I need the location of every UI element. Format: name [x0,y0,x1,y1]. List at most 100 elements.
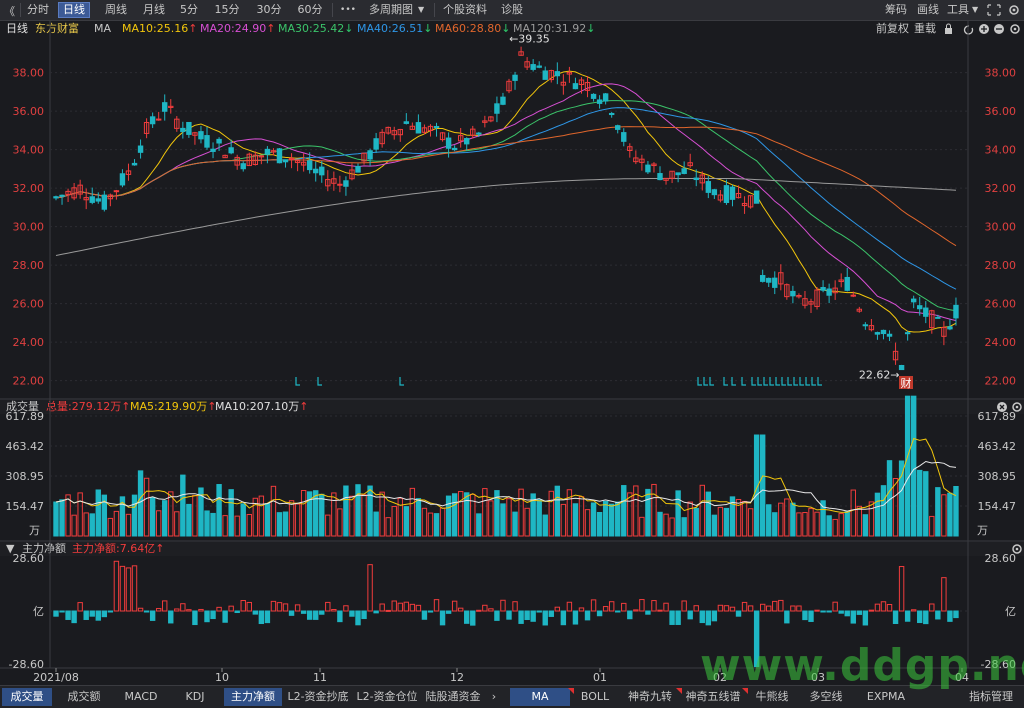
tab-macd[interactable]: MACD [116,688,166,706]
event-marker[interactable] [295,377,300,386]
flow-bar [397,602,403,612]
flow-bar [892,610,899,624]
tab-l2-bottom[interactable]: L2-资金抄底 [284,688,352,706]
volume-bar [131,494,138,537]
volume-bar [204,510,210,537]
volume-bar [554,485,561,537]
candle-body [415,122,422,134]
candle-body [464,138,470,145]
volume-bar [210,512,216,537]
volume-bar [627,492,633,537]
flow-bar [53,610,59,617]
flow-bar [174,608,180,612]
candle-body [403,121,410,124]
tab-boll[interactable]: BOLL [572,688,618,706]
flow-bar [180,603,186,612]
volume-bar [77,492,83,537]
volume-bar [560,503,567,537]
volume-bar [941,494,947,537]
candle-body [923,307,929,317]
candle-body [554,71,561,77]
flow-bar [500,599,506,612]
flow-bar [536,610,542,613]
volume-bar [675,490,681,537]
flow-bar [168,610,174,624]
volume-bar [506,498,512,537]
tab-turnover[interactable]: 成交额 [56,688,112,706]
flow-bar [234,610,240,614]
flow-bar [198,608,204,612]
flow-bar [880,601,887,612]
volume-bar [747,508,754,537]
flow-bar [596,610,603,617]
volume-bar [657,511,663,537]
tab-volume[interactable]: 成交量 [2,688,52,706]
flow-bar [494,610,500,621]
flow-bar [602,606,609,612]
volume-bar [216,484,222,537]
candle-body [917,305,923,310]
volume-bar [621,485,627,537]
flow-bar [439,610,446,626]
flow-bar [566,601,573,612]
volume-bar [113,510,120,537]
tab-hk-connect[interactable]: 陆股通资金 [422,688,484,706]
candle-body [95,198,101,202]
tabs-scroll-button[interactable]: › [486,688,502,706]
volume-bar [850,489,856,537]
volume-bar [294,503,301,537]
tab-main-flow[interactable]: 主力净额 [224,688,282,706]
flow-bar [89,610,95,617]
volume-bar [741,500,748,537]
flow-bar [572,610,579,625]
volume-bar [355,484,361,537]
flow-bar [923,610,929,625]
flow-bar [379,603,385,612]
tab-kdj[interactable]: KDJ [170,688,220,706]
volume-bar [403,506,410,537]
candle-body [451,147,458,151]
volume-bar [180,474,186,537]
flow-bar [850,610,856,624]
flow-bar [264,610,271,624]
volume-bar [693,507,699,537]
flow-bar [204,610,210,623]
flow-tick-right: 亿 [1005,605,1016,618]
flow-bar [657,609,663,612]
event-marker[interactable] [775,377,780,386]
tab-nine-turn[interactable]: 神奇九转 [622,688,678,706]
flow-tick-right: 28.60 [985,552,1017,565]
volume-bar [572,503,579,537]
volume-bar [608,503,615,537]
candle-body [608,112,615,116]
flow-bar [373,610,379,614]
tab-l2-position[interactable]: L2-资金仓位 [354,688,420,706]
volume-bar [705,491,712,537]
flow-bar [65,610,71,620]
stock-chart[interactable]: 38.00 38.00 36.00 36.00 34.00 34.00 32.00 32.00… [0,0,1024,685]
volume-bar [778,502,784,537]
volume-bar [276,512,283,537]
volume-bar [464,492,470,537]
event-marker[interactable] [805,377,810,386]
candle-body [476,132,482,135]
candle-body [313,168,319,174]
candle-body [910,298,917,303]
candle-body [826,288,832,296]
volume-tick-left: 308.95 [6,470,45,483]
candle-body [542,70,548,80]
candle-body [204,135,210,148]
volume-bar [270,485,277,537]
candle-body [935,316,941,319]
candle-body [500,96,506,105]
date-label: 01 [593,671,607,684]
flow-bar [331,609,337,612]
volume-bar [264,503,271,537]
flow-bar [276,602,283,612]
flow-bar [856,610,863,615]
flow-bar [693,605,699,612]
tab-ma[interactable]: MA [510,688,570,706]
volume-bar [826,515,832,537]
flow-bar [633,609,639,612]
volume-bar [174,511,180,537]
